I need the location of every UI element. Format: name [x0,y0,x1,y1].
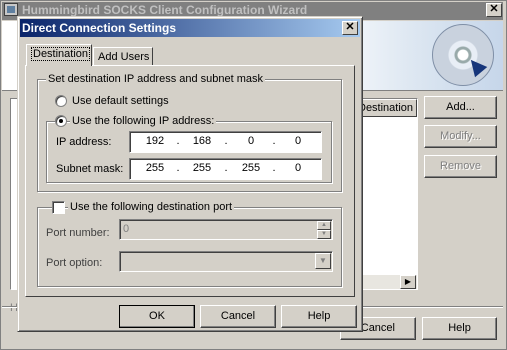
subnet-mask-label: Subnet mask: [56,163,124,175]
list-column-destination-port[interactable]: Destination Port [355,99,417,117]
ip-dot: . [224,135,228,147]
radio-use-following-ip[interactable] [55,115,67,127]
ip-address-label: IP address: [56,136,112,148]
dialog-help-button[interactable]: Help [281,305,357,328]
app-icon [4,3,18,16]
use-destination-port-checkbox[interactable] [52,201,65,214]
ip-octet-2: 168 [192,135,212,147]
remove-button[interactable]: Remove [424,155,497,178]
tab-destination-label: Destination [31,47,91,61]
mask-octet-3: 255 [241,162,261,174]
spin-up-icon[interactable]: ▲ [317,221,331,230]
mask-octet-4: 0 [294,162,302,174]
port-number-field[interactable]: 0 [119,219,333,240]
use-destination-port-label[interactable]: Use the following destination port [68,201,235,213]
chevron-down-icon[interactable]: ▼ [315,253,331,269]
wizard-close-icon[interactable]: ✕ [486,3,502,17]
mask-octet-1: 255 [145,162,165,174]
port-option-select[interactable] [119,251,333,272]
ip-dot: . [176,135,180,147]
add-button[interactable]: Add... [424,96,497,119]
modify-button[interactable]: Modify... [424,125,497,148]
ip-address-field[interactable]: 192 . 168 . 0 . 0 [129,131,322,153]
ok-button[interactable]: OK [119,305,195,328]
port-option-label: Port option: [46,257,103,269]
mask-dot: . [224,162,228,174]
spin-down-icon[interactable]: ▼ [317,230,331,239]
scroll-right-icon[interactable]: ▶ [400,275,416,289]
mask-octet-2: 255 [192,162,212,174]
mask-dot: . [272,162,276,174]
tab-add-users-label: Add Users [98,51,150,63]
tab-add-users[interactable]: Add Users [93,47,153,65]
wizard-help-button[interactable]: Help [422,317,497,340]
ip-octet-3: 0 [247,135,255,147]
ip-dot: . [272,135,276,147]
port-number-value: 0 [123,223,130,235]
destination-group-label: Set destination IP address and subnet ma… [46,73,266,85]
radio-use-default-label[interactable]: Use default settings [72,95,169,107]
mask-dot: . [176,162,180,174]
port-number-label: Port number: [46,227,110,239]
radio-use-following-ip-label[interactable]: Use the following IP address: [70,115,217,127]
wizard-title: Hummingbird SOCKS Client Configuration W… [22,3,308,17]
dialog-cancel-button[interactable]: Cancel [200,305,276,328]
radio-use-default[interactable] [55,95,67,107]
ip-octet-1: 192 [145,135,165,147]
cd-disc-icon [432,24,494,86]
dialog-title: Direct Connection Settings [22,21,177,35]
ip-octet-4: 0 [294,135,302,147]
subnet-mask-field[interactable]: 255 . 255 . 255 . 0 [129,158,322,180]
dialog-close-icon[interactable]: ✕ [342,21,358,35]
tab-destination[interactable]: Destination [26,44,92,66]
